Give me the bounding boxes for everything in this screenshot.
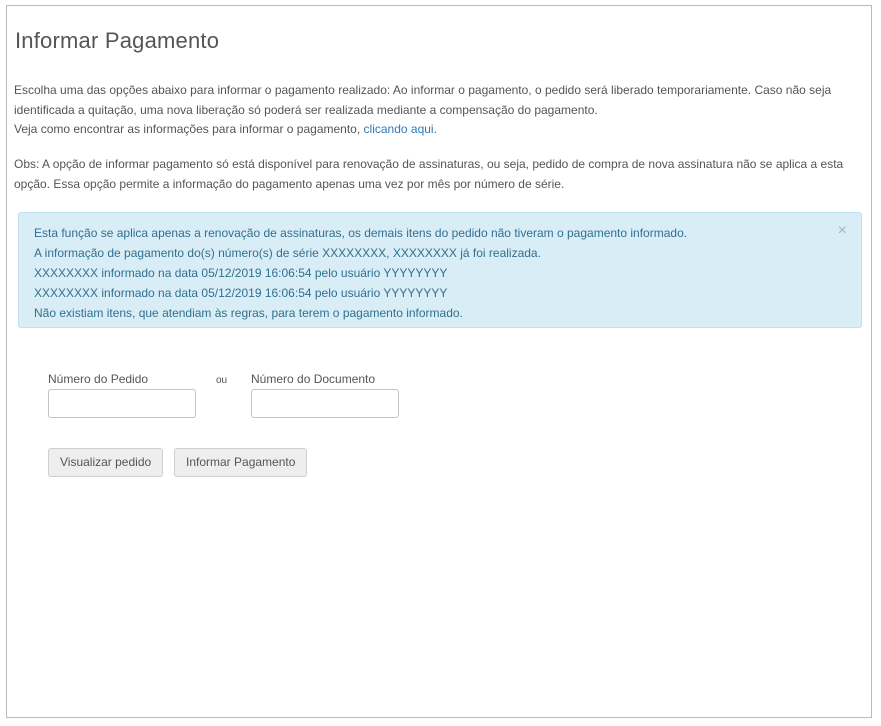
- intro-text: Escolha uma das opções abaixo para infor…: [14, 81, 866, 140]
- alert-line: XXXXXXXX informado na data 05/12/2019 16…: [34, 266, 448, 280]
- page-title: Informar Pagamento: [15, 28, 220, 53]
- help-text-suffix: .: [433, 122, 437, 136]
- content-frame: Informar Pagamento Escolha uma das opçõe…: [6, 5, 872, 718]
- document-number-input[interactable]: [251, 389, 399, 418]
- info-alert: × Esta função se aplica apenas a renovaç…: [18, 212, 862, 328]
- help-paragraph: Veja como encontrar as informações para …: [14, 120, 866, 140]
- inform-payment-button[interactable]: Informar Pagamento: [174, 448, 308, 477]
- alert-line: XXXXXXXX informado na data 05/12/2019 16…: [34, 286, 448, 300]
- order-number-label: Número do Pedido: [48, 372, 149, 386]
- view-order-button[interactable]: Visualizar pedido: [48, 448, 164, 477]
- intro-paragraph: Escolha uma das opções abaixo para infor…: [14, 83, 832, 117]
- obs-note: Obs: A opção de informar pagamento só es…: [14, 157, 844, 191]
- alert-line: Não existiam itens, que atendiam às regr…: [34, 306, 463, 320]
- or-label: ou: [216, 375, 228, 386]
- document-number-label: Número do Documento: [251, 372, 376, 386]
- order-number-input[interactable]: [48, 389, 196, 418]
- alert-line: A informação de pagamento do(s) número(s…: [34, 246, 541, 260]
- help-link[interactable]: clicando aqui: [364, 122, 434, 136]
- alert-line: Esta função se aplica apenas a renovação…: [34, 226, 688, 240]
- close-icon[interactable]: ×: [838, 221, 847, 241]
- help-text: Veja como encontrar as informações para …: [14, 122, 364, 136]
